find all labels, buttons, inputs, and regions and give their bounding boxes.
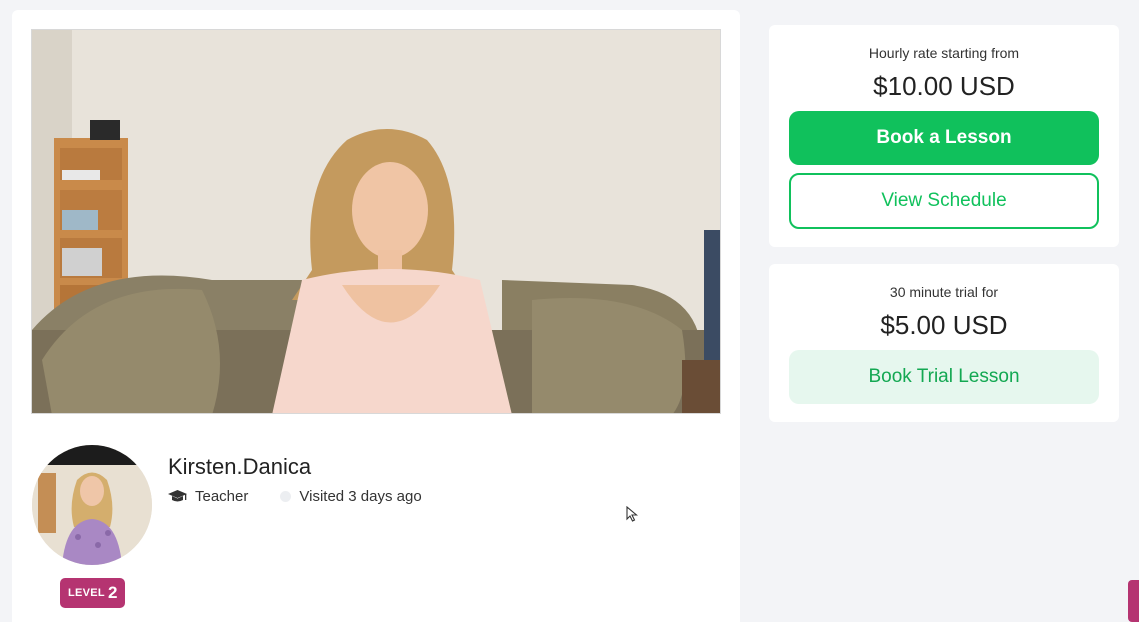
trial-caption: 30 minute trial for: [889, 284, 999, 300]
video-frame: [32, 30, 720, 413]
book-trial-lesson-button[interactable]: Book Trial Lesson: [789, 350, 1099, 404]
teacher-avatar[interactable]: [32, 445, 152, 565]
hourly-rate-caption: Hourly rate starting from: [868, 45, 1020, 61]
teacher-name[interactable]: Kirsten.Danica: [168, 454, 311, 480]
trial-price: $5.00 USD: [880, 310, 1008, 340]
intro-video-player[interactable]: [31, 29, 721, 414]
trial-lesson-card: 30 minute trial for $5.00 USD Book Trial…: [769, 264, 1119, 422]
last-visited-label: Visited 3 days ago: [299, 488, 422, 505]
view-schedule-button[interactable]: View Schedule: [789, 173, 1099, 229]
teacher-role-label: Teacher: [195, 488, 249, 505]
hourly-rate-price: $10.00 USD: [873, 71, 1015, 101]
avatar-image: [32, 445, 152, 565]
cursor-icon: [626, 506, 638, 522]
teacher-role: Teacher: [168, 488, 248, 505]
level-label: LEVEL: [68, 587, 105, 599]
level-number: 2: [107, 583, 118, 602]
hourly-rate-card: Hourly rate starting from $10.00 USD Boo…: [769, 25, 1119, 247]
edge-tab[interactable]: [1128, 580, 1139, 622]
status-dot-icon: [280, 491, 292, 502]
last-visited: Visited 3 days ago: [280, 488, 422, 505]
teacher-meta: Teacher Visited 3 days ago: [168, 488, 422, 505]
level-badge: LEVEL 2: [60, 578, 126, 608]
graduation-cap-icon: [168, 489, 187, 501]
book-lesson-button[interactable]: Book a Lesson: [789, 111, 1099, 165]
